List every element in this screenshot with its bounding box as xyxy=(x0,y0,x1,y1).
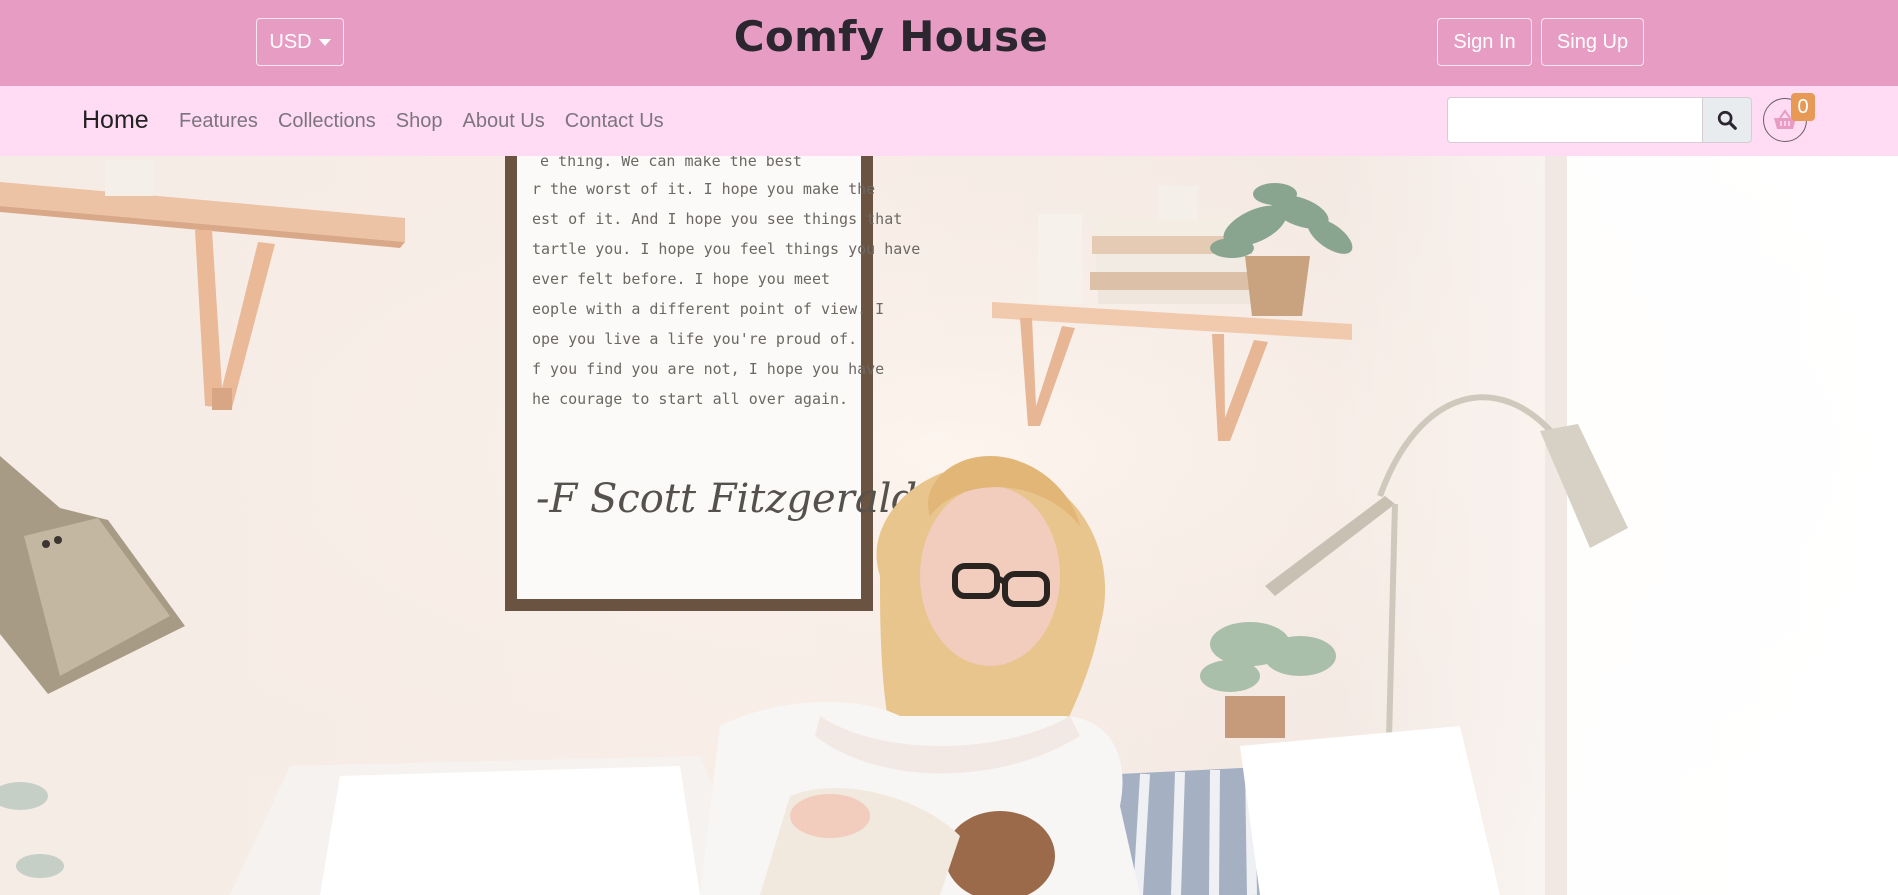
search-input[interactable] xyxy=(1447,97,1702,143)
search-button[interactable] xyxy=(1702,97,1752,143)
nav-link-features[interactable]: Features xyxy=(179,110,258,133)
poster-line: tartle you. I hope you feel things you h… xyxy=(532,240,920,258)
poster-line: ope you live a life you're proud of. xyxy=(532,330,857,348)
nav-link-about-us[interactable]: About Us xyxy=(462,110,544,133)
navigation-bar: Home Features Collections Shop About Us … xyxy=(0,86,1898,156)
poster-line: eople with a different point of view. I xyxy=(532,300,884,318)
nav-link-collections[interactable]: Collections xyxy=(278,110,376,133)
nav-home-link[interactable]: Home xyxy=(82,106,149,135)
poster-line: e thing. We can make the best xyxy=(540,156,802,170)
sign-up-button[interactable]: Sing Up xyxy=(1541,18,1644,66)
hero-image: e thing. We can make the best r the wors… xyxy=(0,156,1898,895)
poster-line: est of it. And I hope you see things tha… xyxy=(532,210,902,228)
top-bar: USD Comfy House Sign In Sing Up xyxy=(0,0,1898,86)
nav-links: Features Collections Shop About Us Conta… xyxy=(179,110,684,133)
hero-illustration: e thing. We can make the best r the wors… xyxy=(0,156,1898,895)
poster-line: f you find you are not, I hope you have xyxy=(532,360,884,378)
cart-count-badge: 0 xyxy=(1791,93,1815,121)
poster-line: ever felt before. I hope you meet xyxy=(532,270,830,288)
poster-line: r the worst of it. I hope you make the xyxy=(532,180,875,198)
sign-in-button[interactable]: Sign In xyxy=(1437,18,1532,66)
search-icon xyxy=(1717,110,1737,130)
poster-line: he courage to start all over again. xyxy=(532,390,848,408)
poster-signature: -F Scott Fitzgerald xyxy=(536,476,917,522)
nav-link-shop[interactable]: Shop xyxy=(396,110,443,133)
nav-link-contact-us[interactable]: Contact Us xyxy=(565,110,664,133)
